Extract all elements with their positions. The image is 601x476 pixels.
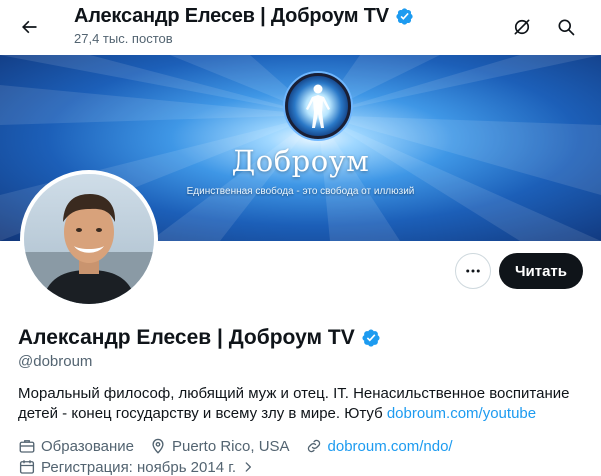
more-horizontal-icon: [466, 269, 480, 273]
profile-name: Александр Елесев | Доброум TV: [18, 326, 355, 349]
human-figure-icon: [306, 84, 330, 128]
meta-joined: Регистрация: ноябрь 2014 г.: [18, 458, 255, 476]
search-button[interactable]: [549, 10, 583, 44]
arrow-left-icon: [22, 20, 37, 34]
bio-link[interactable]: dobroum.com/youtube: [387, 405, 536, 422]
verified-badge-icon: [396, 8, 413, 25]
avatar[interactable]: [20, 170, 158, 308]
grok-button[interactable]: [505, 10, 539, 44]
meta-website[interactable]: dobroum.com/ndo/: [305, 437, 453, 455]
meta-website-link[interactable]: dobroum.com/ndo/: [328, 438, 453, 455]
header-title-block: Александр Елесев | Доброум TV 27,4 тыс. …: [74, 5, 414, 46]
profile-bio: Моральный философ, любящий муж и отец. I…: [18, 384, 578, 424]
meta-location: Puerto Rico, USA: [149, 437, 290, 455]
top-bar: Александр Елесев | Доброум TV 27,4 тыс. …: [0, 0, 601, 55]
grok-icon: [514, 19, 530, 35]
post-count: 27,4 тыс. постов: [74, 31, 173, 46]
profile-handle: @dobroum: [18, 353, 93, 370]
back-button[interactable]: [12, 10, 46, 44]
avatar-photo: [24, 174, 154, 304]
verified-badge-icon[interactable]: [361, 328, 381, 348]
more-options-button[interactable]: [455, 253, 491, 289]
calendar-icon: [19, 460, 35, 474]
banner-logo: [285, 73, 351, 139]
chevron-right-icon[interactable]: [241, 460, 255, 474]
meta-category: Образование: [18, 437, 134, 455]
follow-button[interactable]: Читать: [499, 253, 583, 289]
briefcase-icon: [19, 440, 35, 453]
profile-meta: Образование Puerto Rico, USA dobroum.com…: [18, 437, 453, 455]
location-pin-icon: [152, 438, 164, 454]
meta-joined-label: Регистрация: ноябрь 2014 г.: [41, 458, 237, 476]
meta-location-label: Puerto Rico, USA: [171, 437, 290, 455]
meta-category-label: Образование: [41, 437, 134, 455]
link-icon: [307, 439, 320, 453]
search-icon: [558, 19, 575, 36]
profile-name-line: Александр Елесев | Доброум TV: [18, 326, 381, 350]
header-title: Александр Елесев | Доброум TV: [74, 5, 389, 27]
